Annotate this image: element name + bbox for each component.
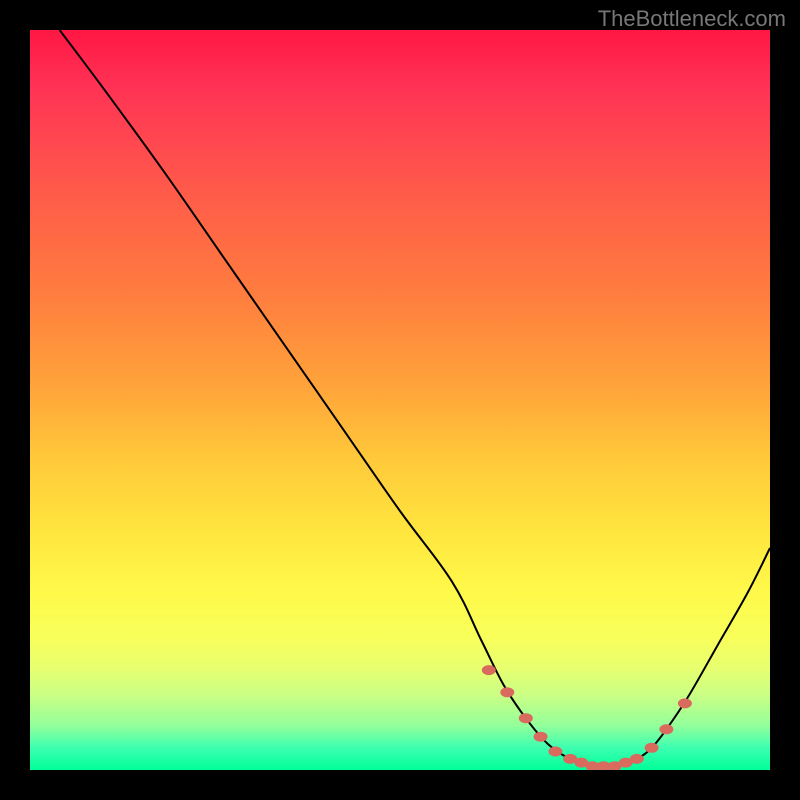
curve-marker [519,713,533,723]
attribution-text: TheBottleneck.com [598,6,786,32]
plot-area [30,30,770,770]
curve-marker [678,698,692,708]
marker-group [482,665,692,770]
curve-marker [630,754,644,764]
curve-marker [659,724,673,734]
curve-marker [482,665,496,675]
curve-marker [534,732,548,742]
curve-marker [645,743,659,753]
curve-marker [500,687,514,697]
bottleneck-curve-line [60,30,770,767]
bottleneck-curve-svg [30,30,770,770]
curve-marker [548,747,562,757]
